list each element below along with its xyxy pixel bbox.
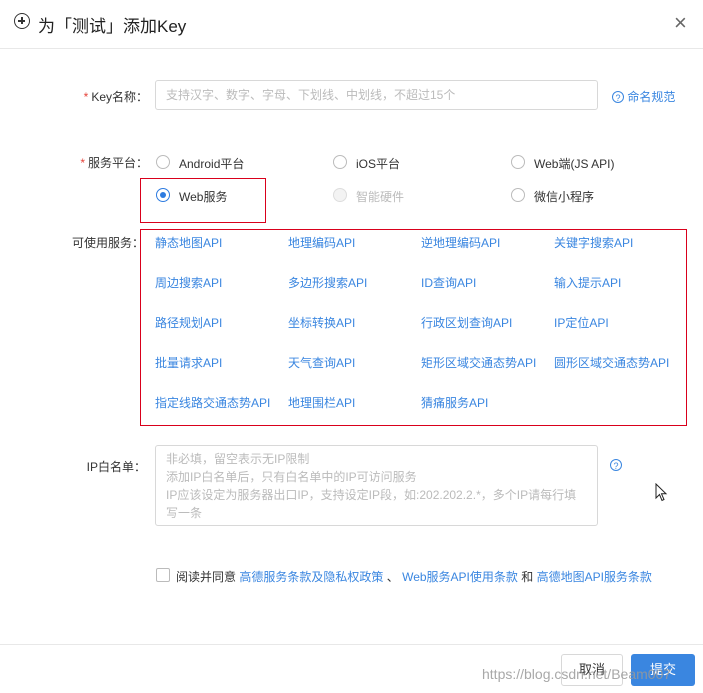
service-link[interactable]: 坐标转换API bbox=[288, 314, 355, 331]
radio-web-service[interactable] bbox=[156, 188, 170, 202]
watermark: https://blog.csdn.net/Beam007 bbox=[482, 666, 672, 682]
service-link[interactable]: 行政区划查询API bbox=[421, 314, 512, 331]
radio-ios[interactable] bbox=[333, 155, 347, 169]
radio-web-js[interactable] bbox=[511, 155, 525, 169]
service-link[interactable]: 输入提示API bbox=[554, 274, 621, 291]
radio-wechat-miniprogram[interactable] bbox=[511, 188, 525, 202]
ip-help-icon[interactable]: ? bbox=[610, 459, 622, 471]
radio-web-service-label[interactable]: Web服务 bbox=[179, 188, 227, 205]
placeholder-line: IP应该设定为服务器出口IP，支持设定IP段，如:202.202.2.*，多个I… bbox=[166, 488, 577, 502]
key-name-label: * Key名称： bbox=[83, 90, 148, 104]
dialog-title: 为「测试」添加Key bbox=[38, 17, 187, 36]
service-link[interactable]: 圆形区域交通态势API bbox=[554, 354, 669, 371]
service-link[interactable]: 逆地理编码API bbox=[421, 234, 500, 251]
footer-divider bbox=[0, 644, 703, 645]
placeholder-line: 写一条 bbox=[166, 506, 203, 520]
service-link[interactable]: 矩形区域交通态势API bbox=[421, 354, 536, 371]
radio-smart-hardware bbox=[333, 188, 347, 202]
amap-api-terms-link[interactable]: 高德地图API服务条款 bbox=[537, 570, 652, 584]
service-link[interactable]: IP定位API bbox=[554, 314, 609, 331]
service-link[interactable]: 关键字搜索API bbox=[554, 234, 633, 251]
service-link[interactable]: 批量请求API bbox=[155, 354, 222, 371]
dialog-header: 为「测试」添加Key × bbox=[0, 0, 703, 49]
services-label: 可使用服务： bbox=[71, 236, 144, 250]
service-link[interactable]: 多边形搜索API bbox=[288, 274, 367, 291]
radio-android-label[interactable]: Android平台 bbox=[179, 155, 244, 172]
ip-whitelist-textarea[interactable]: 非必填，留空表示无IP限制 添加IP白名单后，只有白名单中的IP可访问服务 IP… bbox=[155, 445, 598, 526]
placeholder-line: 添加IP白名单后，只有白名单中的IP可访问服务 bbox=[166, 470, 417, 484]
service-link[interactable]: 静态地图API bbox=[155, 234, 222, 251]
service-link[interactable]: 周边搜索API bbox=[155, 274, 222, 291]
service-link[interactable]: ID查询API bbox=[421, 274, 476, 291]
web-api-terms-link[interactable]: Web服务API使用条款 bbox=[402, 570, 518, 584]
service-link[interactable]: 天气查询API bbox=[288, 354, 355, 371]
naming-rules-link[interactable]: ? 命名规范 bbox=[612, 88, 675, 105]
service-link[interactable]: 路径规划API bbox=[155, 314, 222, 331]
radio-web-js-label[interactable]: Web端(JS API) bbox=[534, 155, 614, 172]
service-link[interactable]: 猜痛服务API bbox=[421, 394, 488, 411]
radio-ios-label[interactable]: iOS平台 bbox=[356, 155, 400, 172]
radio-smart-hardware-label: 智能硬件 bbox=[356, 190, 405, 204]
service-link[interactable]: 指定线路交通态势API bbox=[155, 394, 270, 411]
help-icon: ? bbox=[612, 91, 624, 103]
close-icon[interactable]: × bbox=[674, 10, 687, 36]
key-name-input[interactable]: 支持汉字、数字、字母、下划线、中划线，不超过15个 bbox=[155, 80, 598, 110]
terms-link[interactable]: 高德服务条款及隐私权政策 bbox=[239, 570, 383, 584]
radio-android[interactable] bbox=[156, 155, 170, 169]
radio-wechat-miniprogram-label[interactable]: 微信小程序 bbox=[534, 188, 594, 205]
service-link[interactable]: 地理围栏API bbox=[288, 394, 355, 411]
mouse-cursor-icon bbox=[655, 483, 668, 502]
service-link[interactable]: 地理编码API bbox=[288, 234, 355, 251]
platform-label: * 服务平台： bbox=[80, 156, 148, 170]
placeholder-line: 非必填，留空表示无IP限制 bbox=[166, 452, 310, 466]
add-circle-icon bbox=[14, 13, 30, 29]
agree-checkbox[interactable] bbox=[156, 568, 170, 582]
agreement-text: 阅读并同意 高德服务条款及隐私权政策 、 Web服务API使用条款 和 高德地图… bbox=[176, 570, 652, 584]
ip-whitelist-label: IP白名单： bbox=[86, 460, 146, 474]
